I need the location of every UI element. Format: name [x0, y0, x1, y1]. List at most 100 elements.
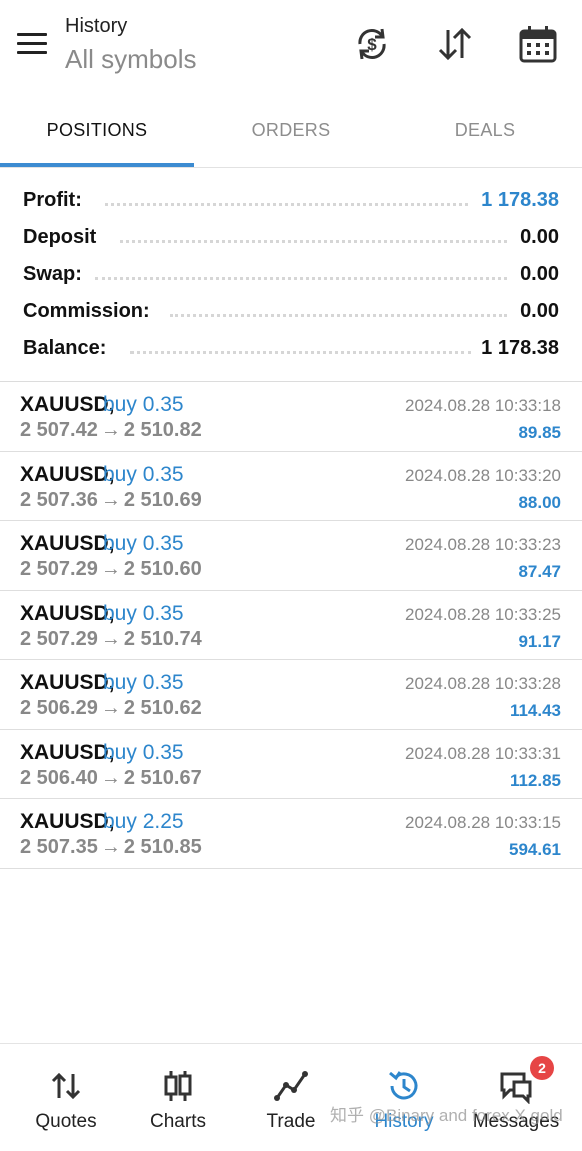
tab-orders[interactable]: ORDERS [194, 100, 388, 166]
commission-label: Commission: [23, 300, 160, 323]
position-time: 2024.08.28 10:33:25 [405, 604, 561, 624]
position-symbol: XAUUSD, [20, 671, 115, 694]
position-row[interactable]: XAUUSD, buy 2.25 2 507.35 → 2 510.85 2024.… [0, 799, 582, 869]
position-symbol: XAUUSD, [20, 740, 115, 764]
position-prices: 2 507.29 → 2 510.60 [20, 558, 202, 581]
tab-bar: POSITIONS ORDERS DEALS [0, 100, 582, 168]
deposit-value: 0.00 [510, 226, 559, 249]
dotted-leader [105, 203, 492, 206]
position-prices: 2 506.40 → 2 510.67 [20, 767, 202, 790]
nav-quotes[interactable]: Quotes [10, 1044, 122, 1151]
deposit-label: Deposit [23, 226, 107, 249]
trade-icon [273, 1068, 309, 1104]
position-prices: 2 507.35 → 2 510.85 [20, 836, 202, 859]
sort-icon[interactable] [435, 24, 475, 64]
currency-refresh-icon[interactable]: $ [352, 24, 392, 64]
commission-value: 0.00 [510, 300, 559, 323]
position-direction: buy 0.35 [103, 601, 184, 625]
nav-messages[interactable]: 2 Messages [460, 1044, 572, 1151]
summary-row-profit: Profit: 1 178.38 [0, 182, 582, 219]
open-price: 2 506.29 [20, 697, 98, 719]
app-header: History All symbols $ [0, 0, 582, 100]
position-row[interactable]: XAUUSD, buy 0.35 2 507.36 → 2 510.69 2024.… [0, 452, 582, 521]
close-price: 2 510.69 [123, 488, 202, 511]
summary-row-swap: Swap: 0.00 [0, 256, 582, 293]
svg-text:$: $ [367, 35, 377, 54]
page-title: History [65, 15, 128, 37]
open-price: 2 506.40 [20, 766, 98, 789]
nav-charts[interactable]: Charts [122, 1044, 234, 1151]
history-icon [386, 1068, 422, 1104]
position-profit: 112.85 [509, 770, 561, 790]
position-time: 2024.08.28 10:33:20 [405, 465, 561, 485]
open-price: 2 507.42 [20, 419, 98, 441]
arrow-icon: → [100, 766, 121, 789]
position-direction: buy 0.35 [103, 462, 184, 486]
position-direction: buy 0.35 [103, 393, 184, 416]
position-symbol: XAUUSD, [20, 393, 115, 416]
position-direction: buy 0.35 [103, 671, 184, 694]
close-price: 2 510.85 [123, 836, 202, 858]
arrow-icon: → [100, 488, 121, 511]
open-price: 2 507.35 [20, 836, 98, 858]
summary-row-commission: Commission: 0.00 [0, 293, 582, 330]
quotes-icon [48, 1068, 84, 1104]
position-symbol: XAUUSD, [20, 810, 115, 833]
position-row[interactable]: XAUUSD, buy 0.35 2 507.42 → 2 510.82 2024.… [0, 382, 582, 452]
position-profit: 89.85 [518, 423, 561, 442]
positions-list: XAUUSD, buy 0.35 2 507.42 → 2 510.82 2024.… [0, 382, 582, 869]
position-symbol: XAUUSD, [20, 532, 115, 555]
tab-positions[interactable]: POSITIONS [0, 100, 194, 166]
close-price: 2 510.67 [123, 766, 202, 789]
position-direction: buy 0.35 [103, 532, 184, 555]
swap-value: 0.00 [510, 263, 559, 286]
arrow-icon: → [100, 627, 121, 650]
menu-icon[interactable] [17, 33, 47, 57]
position-row[interactable]: XAUUSD, buy 0.35 2 507.29 → 2 510.60 2024.… [0, 521, 582, 591]
nav-trade[interactable]: Trade [234, 1044, 348, 1151]
profit-label: Profit: [23, 189, 92, 212]
symbol-filter[interactable]: All symbols [65, 44, 196, 75]
position-direction: buy 2.25 [103, 810, 184, 833]
arrow-icon: → [100, 419, 121, 441]
profit-value: 1 178.38 [471, 189, 559, 212]
calendar-icon[interactable] [518, 24, 558, 64]
position-time: 2024.08.28 10:33:31 [405, 743, 561, 763]
balance-label: Balance: [23, 337, 117, 360]
summary-row-deposit: Deposit 0.00 [0, 219, 582, 256]
position-time: 2024.08.28 10:33:18 [405, 396, 561, 415]
position-time: 2024.08.28 10:33:23 [405, 535, 561, 554]
position-prices: 2 507.36 → 2 510.69 [20, 489, 202, 512]
balance-value: 1 178.38 [471, 337, 559, 360]
position-row[interactable]: XAUUSD, buy 0.35 2 506.40 → 2 510.67 2024.… [0, 730, 582, 799]
close-price: 2 510.74 [123, 627, 202, 650]
account-summary: Profit: 1 178.38 Deposit 0.00 Swap: 0.00… [0, 182, 582, 367]
charts-icon [160, 1068, 196, 1104]
nav-label: Charts [150, 1111, 206, 1132]
active-tab-indicator [0, 163, 194, 167]
position-row[interactable]: XAUUSD, buy 0.35 2 507.29 → 2 510.74 2024.… [0, 591, 582, 660]
close-price: 2 510.82 [123, 419, 202, 441]
dotted-leader [95, 277, 507, 280]
position-profit: 114.43 [509, 701, 561, 720]
position-time: 2024.08.28 10:33:15 [405, 813, 561, 832]
tab-deals[interactable]: DEALS [388, 100, 582, 166]
dotted-leader [120, 240, 507, 243]
position-profit: 594.61 [509, 840, 561, 859]
close-price: 2 510.62 [123, 697, 202, 719]
nav-history[interactable]: History [348, 1044, 460, 1151]
position-prices: 2 507.42 → 2 510.82 [20, 419, 202, 442]
arrow-icon: → [100, 836, 121, 858]
dotted-leader [130, 351, 472, 354]
position-time: 2024.08.28 10:33:28 [405, 674, 561, 693]
position-profit: 87.47 [518, 562, 561, 581]
arrow-icon: → [100, 558, 121, 580]
close-price: 2 510.60 [123, 558, 202, 580]
summary-row-balance: Balance: 1 178.38 [0, 330, 582, 367]
position-row[interactable]: XAUUSD, buy 0.35 2 506.29 → 2 510.62 2024.… [0, 660, 582, 730]
nav-label: Quotes [35, 1111, 97, 1132]
bottom-navigation: Quotes Charts Trade History 2 Messages [0, 1043, 582, 1151]
open-price: 2 507.29 [20, 627, 98, 650]
dotted-leader [170, 314, 507, 317]
position-profit: 91.17 [518, 631, 561, 651]
